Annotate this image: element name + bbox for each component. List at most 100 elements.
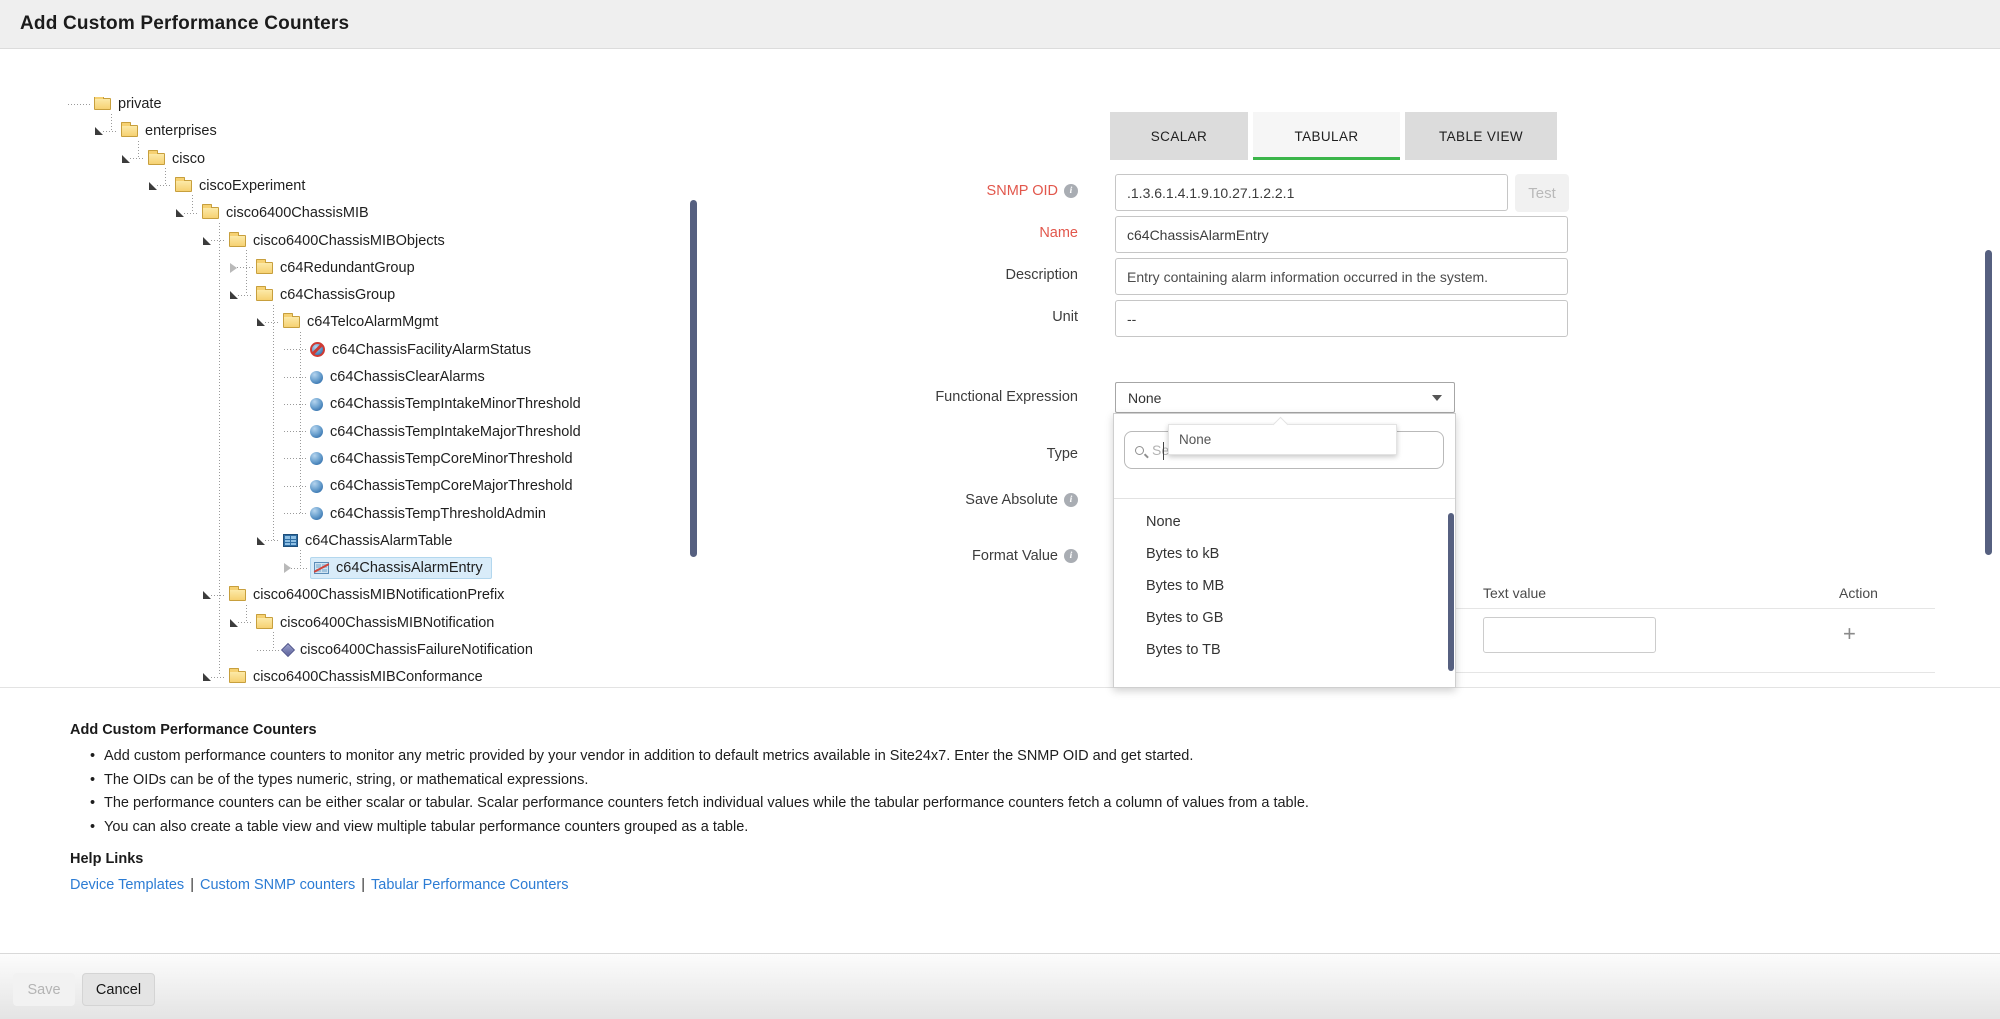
tree-item[interactable]: cisco6400ChassisMIBNotification xyxy=(230,611,494,635)
description-label: Description xyxy=(748,267,1078,283)
tree-connector xyxy=(238,622,253,623)
expanded-arrow-icon[interactable] xyxy=(176,209,184,217)
tree-item[interactable]: c64ChassisFacilityAlarmStatus xyxy=(284,338,531,362)
tree-item[interactable]: c64ChassisTempCoreMinorThreshold xyxy=(284,447,573,471)
tree-connector-line xyxy=(111,114,112,131)
tree-item[interactable]: enterprises xyxy=(95,119,217,143)
tree-item-label: c64ChassisFacilityAlarmStatus xyxy=(332,342,531,358)
snmp-oid-label: SNMP OID i xyxy=(748,183,1078,199)
tab-scalar[interactable]: SCALAR xyxy=(1110,112,1248,160)
tree-item[interactable]: cisco6400ChassisMIBNotificationPrefix xyxy=(203,583,504,607)
dropdown-scrollbar[interactable] xyxy=(1448,513,1454,671)
tree-item-label: c64ChassisTempThresholdAdmin xyxy=(330,506,546,522)
test-button[interactable]: Test xyxy=(1515,174,1569,212)
tree-item[interactable]: ciscoExperiment xyxy=(149,174,305,198)
expanded-arrow-icon[interactable] xyxy=(149,182,157,190)
tree-item[interactable]: c64ChassisTempIntakeMajorThreshold xyxy=(284,420,581,444)
expanded-arrow-icon[interactable] xyxy=(257,537,265,545)
expanded-arrow-icon[interactable] xyxy=(230,619,238,627)
expanded-arrow-icon[interactable] xyxy=(95,127,103,135)
tree-item[interactable]: c64ChassisClearAlarms xyxy=(284,365,485,389)
dialog-footer: Save Cancel xyxy=(0,953,2000,1019)
format-value-label: Format Value i xyxy=(748,548,1078,564)
add-row-button[interactable]: + xyxy=(1843,621,1856,647)
dropdown-option[interactable]: Bytes to kB xyxy=(1114,538,1455,570)
tree-item[interactable]: cisco6400ChassisMIB xyxy=(176,201,369,225)
tree-item[interactable]: cisco6400ChassisFailureNotification xyxy=(257,638,533,662)
selected-tree-item[interactable]: c64ChassisAlarmEntry xyxy=(310,557,492,579)
tree-item-label: c64ChassisTempCoreMajorThreshold xyxy=(330,478,573,494)
dropdown-option[interactable]: Bytes to MB xyxy=(1114,570,1455,602)
scalar-object-icon xyxy=(310,425,323,438)
tab-table-view[interactable]: TABLE VIEW xyxy=(1405,112,1557,160)
tree-connector-line xyxy=(165,168,166,186)
tree-item[interactable]: c64ChassisTempThresholdAdmin xyxy=(284,502,546,526)
dropdown-option[interactable]: Bytes to TB xyxy=(1114,634,1455,666)
name-input[interactable] xyxy=(1115,216,1568,253)
folder-icon xyxy=(121,125,138,137)
tree-item-label: cisco6400ChassisFailureNotification xyxy=(300,642,533,658)
help-link[interactable]: Custom SNMP counters xyxy=(200,877,355,893)
tree-scrollbar[interactable] xyxy=(690,200,697,557)
tree-item[interactable]: c64ChassisGroup xyxy=(230,283,395,307)
description-input[interactable] xyxy=(1115,258,1568,295)
tree-item[interactable]: c64RedundantGroup xyxy=(230,256,415,280)
snmp-oid-input[interactable] xyxy=(1115,174,1508,211)
tab-tabular[interactable]: TABULAR xyxy=(1253,112,1400,160)
tree-item[interactable]: private xyxy=(68,97,162,116)
tree-connector xyxy=(284,404,307,405)
tree-item[interactable]: c64TelcoAlarmMgmt xyxy=(257,310,438,334)
help-link[interactable]: Device Templates xyxy=(70,877,184,893)
unit-input[interactable] xyxy=(1115,300,1568,337)
tree-connector xyxy=(211,677,226,678)
tree-item-label: c64TelcoAlarmMgmt xyxy=(307,314,438,330)
tree-connector xyxy=(284,458,307,459)
page-title: Add Custom Performance Counters xyxy=(20,13,349,35)
tree-connector xyxy=(284,513,307,514)
tree-item-label: c64ChassisTempCoreMinorThreshold xyxy=(330,451,573,467)
tree-item-label: c64ChassisClearAlarms xyxy=(330,369,485,385)
save-absolute-info-icon[interactable]: i xyxy=(1064,493,1078,507)
help-link[interactable]: Tabular Performance Counters xyxy=(371,877,568,893)
folder-icon xyxy=(256,262,273,274)
scalar-object-icon xyxy=(310,371,323,384)
format-value-info-icon[interactable]: i xyxy=(1064,549,1078,563)
tree-item[interactable]: cisco6400ChassisMIBConformance xyxy=(203,665,483,687)
help-bullet: •The OIDs can be of the types numeric, s… xyxy=(70,773,1570,788)
tree-item-label: c64RedundantGroup xyxy=(280,260,415,276)
tree-connector-line xyxy=(246,250,247,295)
collapsed-arrow-icon[interactable] xyxy=(284,563,291,573)
tree-item[interactable]: cisco xyxy=(122,147,205,171)
tree-item[interactable]: c64ChassisTempCoreMajorThreshold xyxy=(284,474,573,498)
tree-item-label: cisco6400ChassisMIBNotification xyxy=(280,615,494,631)
dropdown-option[interactable]: None xyxy=(1114,506,1455,538)
dialog-header: Add Custom Performance Counters xyxy=(0,0,2000,49)
dropdown-option[interactable]: Bytes to GB xyxy=(1114,602,1455,634)
expanded-arrow-icon[interactable] xyxy=(203,591,211,599)
notification-icon xyxy=(281,643,295,657)
text-value-input[interactable] xyxy=(1483,617,1656,653)
scalar-object-icon xyxy=(310,452,323,465)
help-bullet: •The performance counters can be either … xyxy=(70,796,1570,811)
folder-icon xyxy=(256,617,273,629)
table-icon xyxy=(283,534,298,547)
tree-item[interactable]: cisco6400ChassisMIBObjects xyxy=(203,229,445,253)
expanded-arrow-icon[interactable] xyxy=(230,291,238,299)
tree-item-label: enterprises xyxy=(145,123,217,139)
tree-item[interactable]: c64ChassisTempIntakeMinorThreshold xyxy=(284,392,581,416)
save-button[interactable]: Save xyxy=(13,973,75,1006)
page-scrollbar[interactable] xyxy=(1985,250,1992,555)
expanded-arrow-icon[interactable] xyxy=(122,155,130,163)
folder-icon xyxy=(229,235,246,247)
expanded-arrow-icon[interactable] xyxy=(257,318,265,326)
functional-expression-select[interactable]: None xyxy=(1115,382,1455,413)
tree-item[interactable]: c64ChassisAlarmEntry xyxy=(284,556,492,580)
expanded-arrow-icon[interactable] xyxy=(203,237,211,245)
expanded-arrow-icon[interactable] xyxy=(203,673,211,681)
snmp-oid-info-icon[interactable]: i xyxy=(1064,184,1078,198)
cancel-button[interactable]: Cancel xyxy=(82,973,155,1006)
tree-item[interactable]: c64ChassisAlarmTable xyxy=(257,529,452,553)
text-value-column-header: Text value xyxy=(1483,585,1546,601)
help-bullet: •You can also create a table view and vi… xyxy=(70,820,1570,835)
collapsed-arrow-icon[interactable] xyxy=(230,263,237,273)
